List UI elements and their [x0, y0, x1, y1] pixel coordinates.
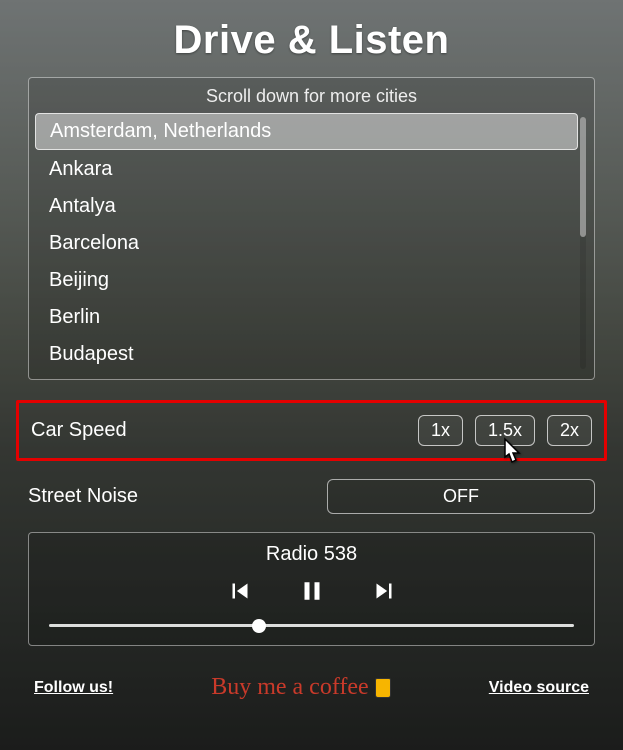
street-noise-toggle[interactable]: OFF [327, 479, 595, 514]
city-item[interactable]: Antalya [35, 189, 578, 224]
city-picker-header: Scroll down for more cities [35, 84, 588, 113]
city-item[interactable]: Ankara [35, 152, 578, 187]
city-item[interactable]: Amsterdam, Netherlands [35, 113, 578, 150]
car-speed-row: Car Speed 1x 1.5x 2x [16, 400, 607, 461]
previous-track-icon[interactable] [225, 576, 255, 606]
coffee-cup-icon [375, 678, 391, 698]
radio-station-name: Radio 538 [43, 543, 580, 566]
pause-icon[interactable] [297, 576, 327, 606]
street-noise-label: Street Noise [28, 485, 138, 508]
buy-me-a-coffee-link[interactable]: Buy me a coffee [211, 674, 391, 701]
footer: Follow us! Buy me a coffee Video source [28, 674, 595, 701]
city-list[interactable]: Amsterdam, Netherlands Ankara Antalya Ba… [35, 113, 588, 373]
city-picker-panel: Scroll down for more cities Amsterdam, N… [28, 77, 595, 380]
progress-handle[interactable] [252, 619, 266, 633]
video-source-link[interactable]: Video source [489, 679, 589, 697]
radio-panel: Radio 538 [28, 532, 595, 646]
city-item[interactable]: Budapest [35, 337, 578, 372]
next-track-icon[interactable] [369, 576, 399, 606]
speed-buttons: 1x 1.5x 2x [418, 415, 592, 446]
follow-us-link[interactable]: Follow us! [34, 679, 113, 697]
speed-2x-button[interactable]: 2x [547, 415, 592, 446]
city-item[interactable]: Barcelona [35, 226, 578, 261]
city-item[interactable]: Beijing [35, 263, 578, 298]
scrollbar-thumb[interactable] [580, 117, 586, 237]
city-item[interactable]: Berlin [35, 300, 578, 335]
car-speed-label: Car Speed [31, 419, 127, 442]
app-title: Drive & Listen [28, 18, 595, 63]
coffee-text: Buy me a coffee [211, 674, 369, 701]
progress-track[interactable] [49, 624, 574, 627]
radio-controls [43, 576, 580, 606]
street-noise-row: Street Noise OFF [28, 479, 595, 514]
speed-1-5x-button[interactable]: 1.5x [475, 415, 535, 446]
speed-1x-button[interactable]: 1x [418, 415, 463, 446]
